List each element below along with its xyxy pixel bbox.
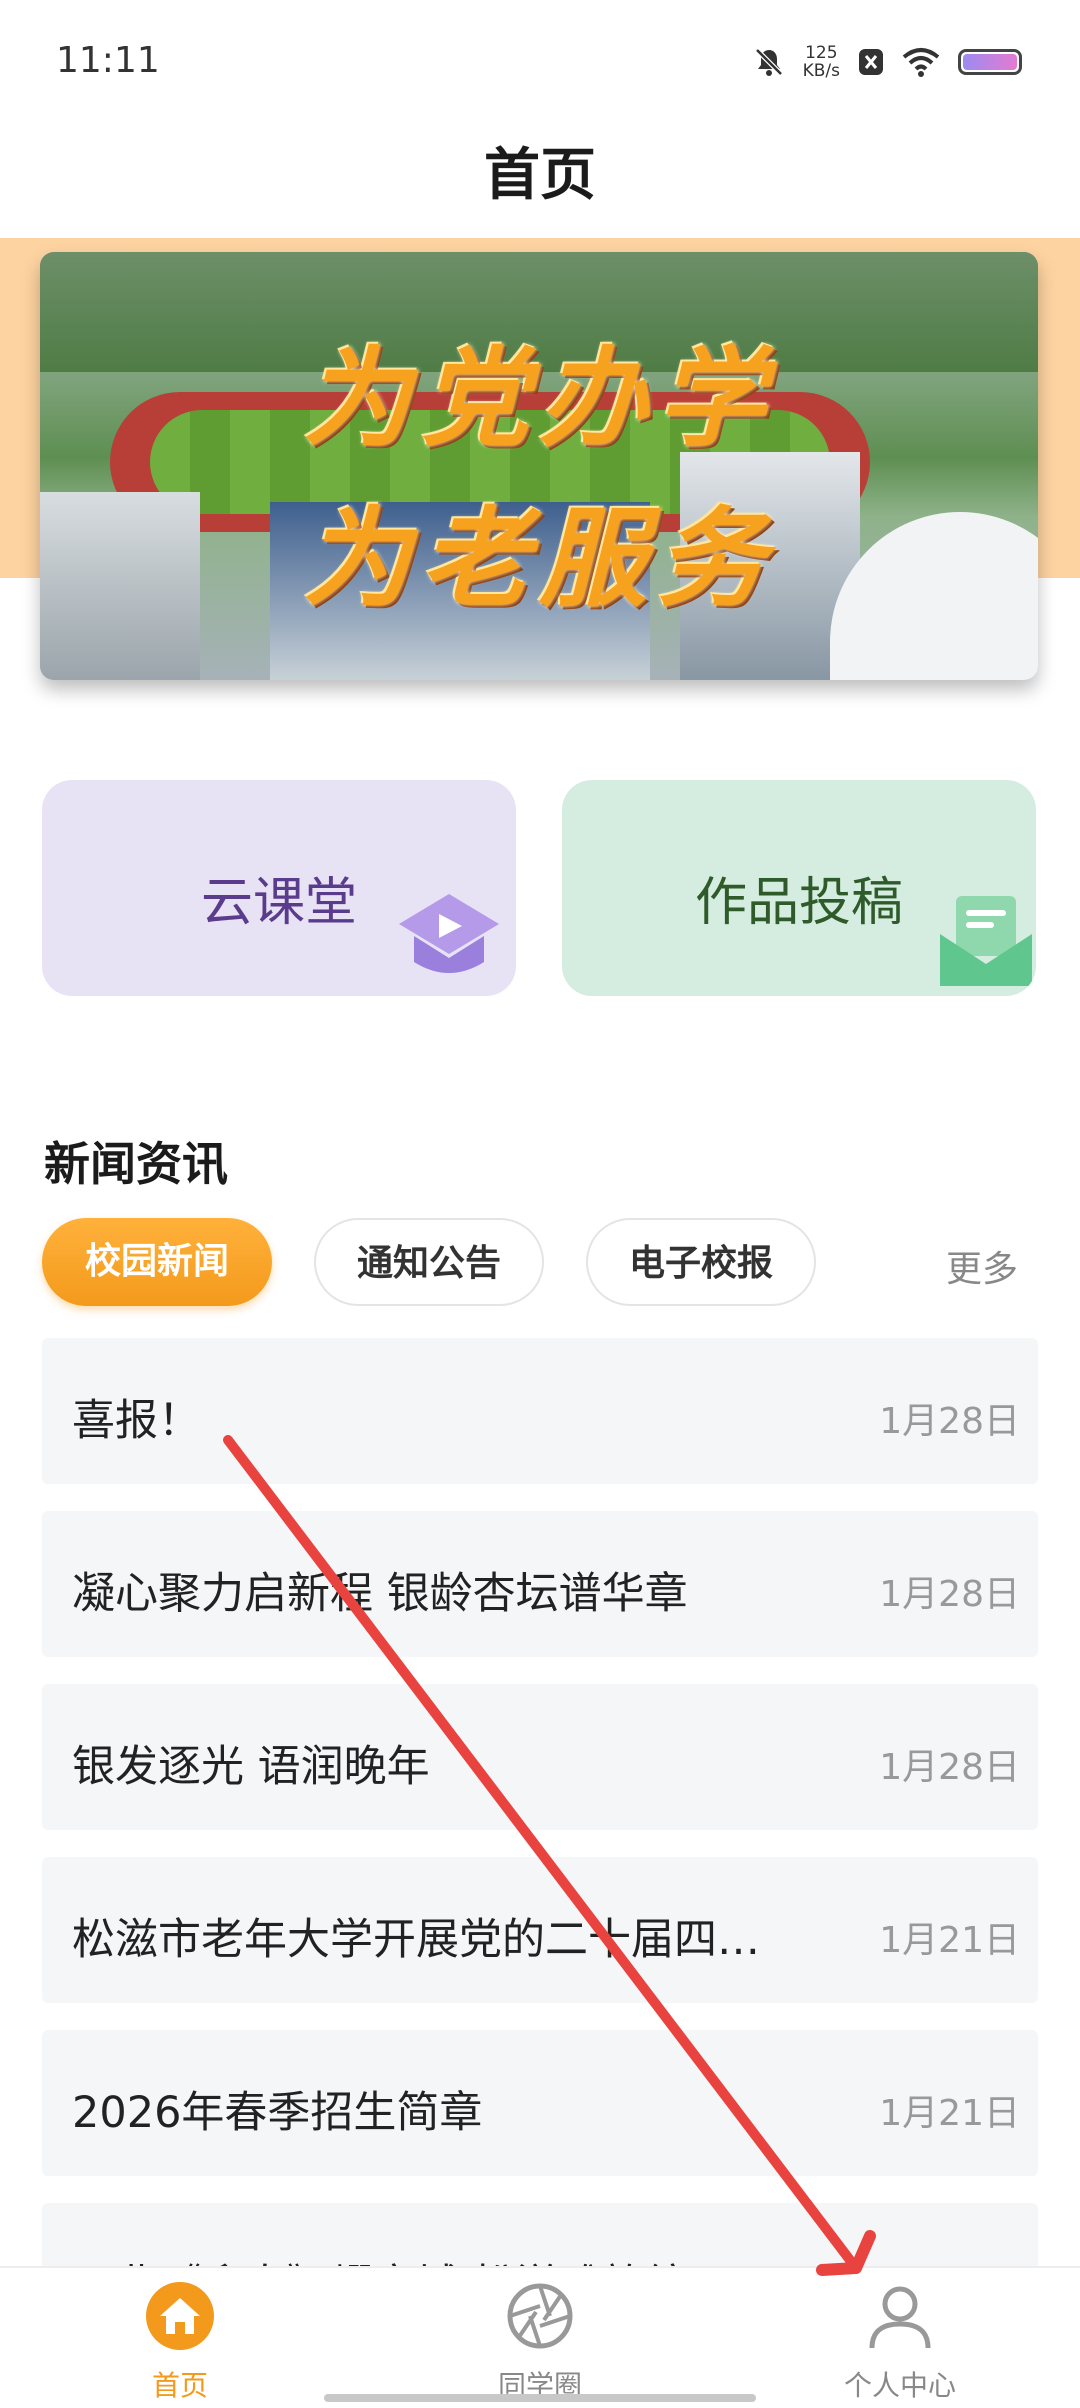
wifi-icon — [902, 48, 940, 77]
network-speed-value: 125 — [805, 43, 838, 63]
home-icon — [146, 2282, 214, 2350]
tab-notices[interactable]: 通知公告 — [314, 1218, 544, 1306]
news-item-date: 1月28日 — [879, 1574, 1020, 1615]
status-time: 11:11 — [56, 40, 160, 81]
banner-slogan-line1: 为党办学 — [302, 336, 775, 462]
battery-icon — [958, 49, 1022, 75]
news-list-item[interactable]: 凝心聚力启新程 银龄杏坛谱华章 1月28日 — [42, 1511, 1038, 1657]
person-icon — [869, 2286, 931, 2349]
nav-profile[interactable]: 个人中心 — [800, 2268, 1000, 2408]
aperture-icon — [507, 2283, 573, 2349]
more-link[interactable]: 更多 — [946, 1240, 1018, 1292]
news-item-title: 松滋市老年大学开展党的二十届四… — [72, 1915, 760, 1965]
news-item-title: 银发逐光 语润晚年 — [72, 1742, 430, 1792]
banner-slogan-line2: 为老服务 — [302, 496, 775, 622]
mute-bell-icon — [754, 48, 783, 76]
news-item-date: 1月21日 — [879, 2093, 1020, 2134]
news-section-title: 新闻资讯 — [44, 1137, 228, 1191]
status-bar: 11:11 125 KB/s — [0, 0, 1080, 120]
news-item-title: 喜报！ — [72, 1396, 201, 1446]
news-list-item[interactable]: 松滋市老年大学开展党的二十届四… 1月21日 — [42, 1857, 1038, 2003]
home-indicator[interactable] — [324, 2394, 756, 2402]
close-box-icon — [859, 49, 883, 75]
news-list-item[interactable]: 2026年春季招生简章 1月21日 — [42, 2030, 1038, 2176]
nav-home[interactable]: 首页 — [80, 2268, 280, 2408]
mail-document-icon — [940, 896, 1032, 986]
news-item-title: 凝心聚力启新程 银龄杏坛谱华章 — [72, 1569, 688, 1619]
news-item-date: 1月28日 — [879, 1747, 1020, 1788]
graduation-play-icon — [399, 894, 499, 973]
news-item-date: 1月21日 — [879, 1920, 1020, 1961]
network-speed-unit: KB/s — [802, 61, 840, 81]
cloud-class-card[interactable]: 云课堂 — [42, 780, 516, 996]
home-screen: 11:11 125 KB/s 首页 为党办学 为老服务 云课堂 作品投稿 新闻资… — [0, 0, 1080, 2408]
news-item-title: 2026年春季招生简章 — [72, 2088, 483, 2138]
tab-e-newspaper[interactable]: 电子校报 — [586, 1218, 816, 1306]
tab-campus-news[interactable]: 校园新闻 — [42, 1218, 272, 1306]
news-list-item[interactable]: 银发逐光 语润晚年 1月28日 — [42, 1684, 1038, 1830]
page-title: 首页 — [484, 143, 596, 208]
news-list-item[interactable]: 喜报！ 1月28日 — [42, 1338, 1038, 1484]
news-item-date: 1月28日 — [879, 1401, 1020, 1442]
status-icons: 125 KB/s — [753, 42, 1022, 82]
nav-home-label: 首页 — [151, 2369, 208, 2402]
bottom-tab-bar: 首页 同学圈 个人中心 — [0, 2266, 1080, 2408]
network-speed: 125 KB/s — [803, 44, 840, 80]
nav-profile-label: 个人中心 — [843, 2369, 956, 2402]
submit-work-card[interactable]: 作品投稿 — [562, 780, 1036, 996]
nav-classmates[interactable]: 同学圈 — [440, 2268, 640, 2408]
campus-banner[interactable]: 为党办学 为老服务 — [40, 252, 1038, 680]
